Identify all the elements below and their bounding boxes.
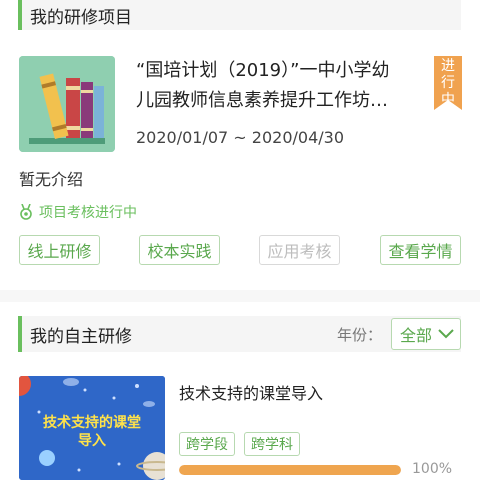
project-intro: 暂无介绍 (19, 170, 84, 189)
section-divider (0, 290, 480, 302)
thumbnail-text-line1: 技术支持的课堂 (43, 415, 141, 431)
progress-fill (179, 465, 401, 475)
section-title: 我的研修项目 (30, 7, 132, 28)
project-title-line2: 儿园教师信息素养提升工作坊… (136, 90, 388, 111)
online-study-button[interactable]: 线上研修 (19, 235, 100, 265)
books-icon (19, 56, 115, 152)
course-thumbnail-text: 技术支持的课堂 导入 (19, 414, 165, 450)
year-select[interactable]: 全部 (391, 318, 461, 350)
project-dates: 2020/01/07 ~ 2020/04/30 (136, 128, 345, 147)
assessment-status: 项目考核进行中 (19, 202, 137, 222)
year-label: 年份： (337, 326, 383, 344)
project-thumbnail[interactable] (19, 56, 115, 152)
application-assessment-button: 应用考核 (259, 235, 340, 265)
assessment-text: 项目考核进行中 (39, 205, 137, 221)
tag-cross-subject: 跨学科 (244, 432, 300, 456)
school-practice-button[interactable]: 校本实践 (139, 235, 220, 265)
medal-icon (20, 204, 32, 220)
progress-text: 100% (412, 461, 453, 477)
section-title: 我的自主研修 (30, 326, 132, 347)
tag-cross-grade: 跨学段 (179, 432, 235, 456)
my-projects-header: 我的研修项目 (18, 0, 461, 30)
view-progress-button[interactable]: 查看学情 (380, 235, 461, 265)
course-title[interactable]: 技术支持的课堂导入 (179, 380, 323, 404)
status-badge: 进行中 (434, 56, 462, 110)
year-select-value: 全部 (400, 326, 433, 345)
course-thumbnail[interactable]: 技术支持的课堂 导入 (19, 376, 165, 480)
chevron-down-icon (438, 329, 454, 339)
progress-bar (179, 465, 401, 475)
project-title[interactable]: “国培计划（2019）”一中小学幼 儿园教师信息素养提升工作坊… (136, 56, 421, 116)
status-text: 进行中 (441, 58, 455, 108)
project-title-line1: “国培计划（2019）”一中小学幼 (136, 60, 390, 81)
thumbnail-text-line2: 导入 (78, 433, 106, 449)
